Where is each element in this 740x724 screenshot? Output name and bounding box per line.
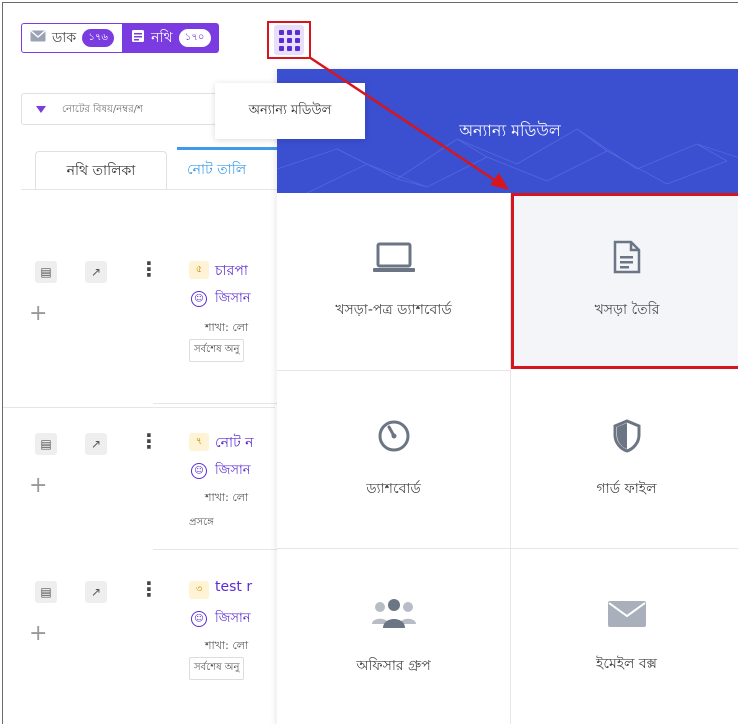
note-title[interactable]: নোট ন (215, 431, 254, 455)
tab-nothi-list[interactable]: নথি তালিকা (35, 151, 167, 190)
app-frame: ডাক ১৭৬ নথি ১৭০ নথি তালিকা নোট তালি ▤ ↗ … (2, 2, 738, 724)
tile-label: অফিসার গ্রুপ (356, 657, 431, 674)
tab-label: নথি তালিকা (66, 163, 136, 179)
laptop-icon (372, 242, 415, 278)
panel-title: অন্যান্য মডিউল (459, 120, 561, 140)
user-icon: ☺ (191, 290, 207, 307)
dak-count-badge: ১৭৬ (82, 29, 115, 47)
note-owner: ☺ জিসান (191, 289, 250, 310)
add-icon[interactable]: + (29, 303, 47, 325)
tab-label: নোট তালি (187, 161, 247, 178)
note-document-icon[interactable]: ▤ (35, 261, 57, 283)
tile-label: ড্যাশবোর্ড (366, 480, 421, 497)
note-document-icon[interactable]: ▤ (35, 581, 57, 603)
module-tile-officer-group[interactable]: অফিসার গ্রুপ (277, 549, 511, 724)
add-icon[interactable]: + (29, 623, 47, 645)
note-branch: শাখা: লো (205, 639, 249, 652)
more-options-icon[interactable]: ⋮ (139, 259, 159, 279)
module-tile-draft-dashboard[interactable]: খসড়া-পত্র ড্যাশবোর্ড (277, 193, 511, 371)
note-title[interactable]: test r (215, 579, 252, 595)
tile-label: গার্ড ফাইল (596, 480, 657, 497)
more-options-icon[interactable]: ⋮ (139, 579, 159, 599)
note-owner-name: জিসান (215, 463, 251, 478)
note-number-badge: ৩ (189, 581, 209, 599)
nothi-button[interactable]: নথি ১৭০ (123, 23, 219, 53)
note-branch: শাখা: লো (205, 321, 249, 334)
open-external-icon[interactable]: ↗ (85, 581, 107, 603)
note-number-badge: ৭ (189, 433, 209, 451)
row-divider (153, 403, 283, 404)
tile-label: ইমেইল বক্স (596, 655, 657, 672)
module-tile-create-draft[interactable]: খসড়া তৈরি (511, 193, 738, 369)
other-modules-panel: অন্যান্য মডিউল খসড়া-পত্র ড্যাশবোর্ড খসড… (277, 69, 738, 724)
nothi-label: নথি (151, 30, 173, 46)
note-title[interactable]: চারপা (215, 259, 248, 283)
note-branch: শাখা: লো (205, 491, 249, 504)
dak-label: ডাক (52, 30, 77, 46)
note-owner-name: জিসান (215, 291, 251, 306)
module-tile-dashboard[interactable]: ড্যাশবোর্ড (277, 371, 511, 549)
document-icon (613, 240, 641, 278)
more-options-icon[interactable]: ⋮ (139, 431, 159, 451)
module-tile-email-box[interactable]: ইমেইল বক্স (511, 549, 738, 724)
note-owner-name: জিসান (215, 611, 251, 626)
other-modules-button[interactable] (267, 21, 311, 59)
note-last-action: সর্বশেষ অনু (189, 657, 245, 680)
nothi-count-badge: ১৭০ (178, 29, 211, 47)
dak-button[interactable]: ডাক ১৭৬ (21, 23, 124, 53)
open-external-icon[interactable]: ↗ (85, 433, 107, 455)
tile-label: খসড়া-পত্র ড্যাশবোর্ড (335, 301, 452, 318)
shield-icon (612, 418, 642, 457)
gauge-icon (377, 419, 411, 457)
add-icon[interactable]: + (29, 475, 47, 497)
note-owner: ☺ জিসান (191, 609, 250, 630)
apps-grid-icon (274, 25, 304, 55)
envelope-icon (607, 600, 647, 632)
tile-label: খসড়া তৈরি (594, 302, 660, 318)
note-document-icon[interactable]: ▤ (35, 433, 57, 455)
open-external-icon[interactable]: ↗ (85, 261, 107, 283)
row-divider (3, 407, 275, 408)
note-owner: ☺ জিসান (191, 461, 250, 482)
modules-tooltip: অন্যান্য মডিউল (215, 83, 365, 139)
tab-divider (21, 189, 281, 190)
mail-icon (30, 30, 46, 46)
tab-note-list[interactable]: নোট তালি (177, 147, 287, 189)
note-last-action: সর্বশেষ অনু (189, 339, 245, 362)
document-icon (131, 29, 145, 47)
note-number-badge: ৫ (189, 261, 209, 279)
top-nav: ডাক ১৭৬ নথি ১৭০ (21, 23, 219, 53)
note-last-action: প্রসঙ্গে (189, 517, 214, 528)
user-icon: ☺ (191, 462, 207, 479)
user-icon: ☺ (191, 610, 207, 627)
row-divider (153, 549, 283, 550)
filter-dropdown-icon[interactable] (36, 105, 46, 113)
group-icon (371, 598, 417, 634)
module-tile-guard-file[interactable]: গার্ড ফাইল (511, 371, 738, 549)
